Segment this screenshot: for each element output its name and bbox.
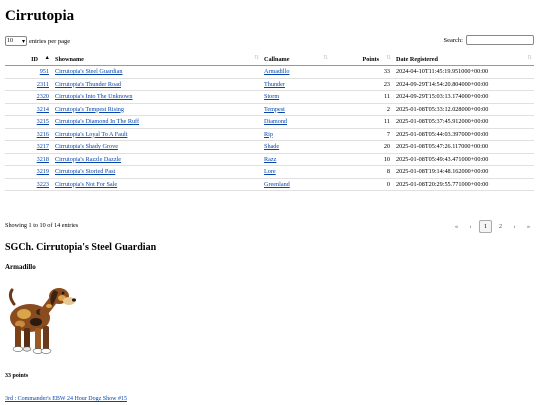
table-row: 3216 Cirrutopia's Loyal To A Fault Rip 7… (5, 128, 534, 141)
previous-page-button[interactable]: ‹ (465, 221, 476, 232)
table-row: 3218 Cirrutopia's Razzle Dazzle Razz 10 … (5, 153, 534, 166)
table-body: 951 Cirrutopia's Steel Guardian Armadill… (5, 65, 534, 191)
showname-link[interactable]: Cirrutopia's Shady Grove (55, 143, 118, 150)
showname-link[interactable]: Cirrutopia's Not For Sale (55, 181, 117, 188)
sort-icon: ⇅ (254, 55, 259, 61)
search-box: Search: (443, 35, 534, 45)
date-cell: 2025-01-08T05:44:03.397000+00:00 (393, 128, 534, 141)
id-link[interactable]: 3217 (37, 143, 49, 150)
id-link[interactable]: 3218 (37, 156, 49, 163)
page-2-button[interactable]: 2 (495, 221, 506, 232)
last-page-button[interactable]: » (523, 221, 534, 232)
callname-link[interactable]: Diamond (264, 118, 287, 125)
points-cell: 23 (330, 78, 393, 91)
dog-callname: Armadillo (5, 263, 36, 271)
id-link[interactable]: 3223 (37, 181, 49, 188)
search-label: Search: (443, 36, 464, 44)
date-cell: 2025-01-08T05:49:43.471000+00:00 (393, 153, 534, 166)
callname-link[interactable]: Shade (264, 143, 279, 150)
next-page-button[interactable]: › (509, 221, 520, 232)
showname-link[interactable]: Cirrutopia's Steel Guardian (55, 68, 122, 75)
dogs-table: ID ▲ Showname ⇅ Callname ⇅ Points ⇅ Date Reg… (5, 53, 534, 191)
date-cell: 2025-01-08T19:14:48.162000+00:00 (393, 165, 534, 179)
column-header-date[interactable]: Date Registered ⇅ (393, 53, 534, 66)
sort-asc-icon: ▲ (44, 55, 51, 61)
showname-link[interactable]: Cirrutopia's Diamond In The Ruff (55, 118, 139, 125)
column-header-id[interactable]: ID ▲ (5, 53, 52, 66)
id-link[interactable]: 951 (40, 68, 49, 75)
entries-per-page-value: 10 (7, 38, 13, 44)
table-row: 3223 Cirrutopia's Not For Sale Greenland… (5, 178, 534, 191)
dog-image (8, 288, 76, 354)
date-cell: 2025-01-08T05:37:45.912000+00:00 (393, 115, 534, 129)
table-row: 3214 Cirrutopia's Tempest Rising Tempest… (5, 103, 534, 116)
callname-link[interactable]: Tempest (264, 106, 285, 113)
page-1-button[interactable]: 1 (479, 220, 492, 233)
sort-icon: ⇅ (323, 55, 328, 61)
table-row: 3215 Cirrutopia's Diamond In The Ruff Di… (5, 115, 534, 129)
date-cell: 2024-09-29T15:03:13.174000+00:00 (393, 90, 534, 104)
date-cell: 2024-09-29T14:54:20.804000+00:00 (393, 78, 534, 91)
table-row: 3219 Cirrutopia's Storied Past Lore 8 20… (5, 165, 534, 179)
table-info: Showing 1 to 10 of 14 entries (5, 222, 79, 229)
date-cell: 2025-01-08T05:47:26.117000+00:00 (393, 140, 534, 154)
entries-per-page-select[interactable]: 10 ▾ (5, 36, 27, 46)
date-cell: 2025-01-08T05:33:12.028000+00:00 (393, 103, 534, 116)
points-cell: 2 (330, 103, 393, 116)
date-cell: 2025-01-08T20:29:55.771000+00:00 (393, 178, 534, 191)
callname-link[interactable]: Armadillo (264, 68, 289, 75)
column-header-showname[interactable]: Showname ⇅ (52, 53, 261, 66)
length-menu: 10 ▾ entries per page (5, 36, 70, 46)
id-link[interactable]: 3219 (37, 168, 49, 175)
showname-link[interactable]: Cirrutopia's Razzle Dazzle (55, 156, 121, 163)
table-row: 3217 Cirrutopia's Shady Grove Shade 20 2… (5, 140, 534, 154)
showname-link[interactable]: Cirrutopia's Tempest Rising (55, 106, 124, 113)
id-link[interactable]: 2320 (37, 93, 49, 100)
sort-icon: ⇅ (527, 55, 532, 61)
entries-per-page-label: entries per page (29, 37, 71, 45)
showname-link[interactable]: Cirrutopia's Storied Past (55, 168, 115, 175)
points-cell: 20 (330, 140, 393, 154)
dog-detail-heading: SGCh. Cirrutopia's Steel Guardian (5, 242, 157, 253)
points-cell: 11 (330, 90, 393, 104)
showname-link[interactable]: Cirrutopia's Thunder Road (55, 81, 121, 88)
table-row: 2311 Cirrutopia's Thunder Road Thunder 2… (5, 78, 534, 91)
table-row: 951 Cirrutopia's Steel Guardian Armadill… (5, 65, 534, 79)
points-cell: 10 (330, 153, 393, 166)
pagination: « ‹ 1 2 › » (451, 220, 534, 233)
id-link[interactable]: 3214 (37, 106, 49, 113)
sort-icon: ⇅ (386, 55, 391, 61)
table-row: 2320 Cirrutopia's Into The Unknown Storm… (5, 90, 534, 104)
points-cell: 33 (330, 65, 393, 79)
column-header-points[interactable]: Points ⇅ (330, 53, 393, 66)
page-title: Cirrutopia (5, 8, 75, 24)
column-header-callname[interactable]: Callname ⇅ (261, 53, 330, 66)
table-header-row: ID ▲ Showname ⇅ Callname ⇅ Points ⇅ Date Reg… (5, 53, 534, 66)
dog-points: 33 points (5, 373, 29, 379)
id-link[interactable]: 3215 (37, 118, 49, 125)
callname-link[interactable]: Greenland (264, 181, 290, 188)
search-input[interactable] (466, 35, 534, 45)
id-link[interactable]: 3216 (37, 131, 49, 138)
chevron-down-icon: ▾ (21, 38, 25, 45)
points-cell: 11 (330, 115, 393, 129)
date-cell: 2024-04-10T11:45:19.951000+00:00 (393, 65, 534, 79)
points-cell: 8 (330, 165, 393, 179)
table-controls: 10 ▾ entries per page Search: (5, 35, 534, 49)
callname-link[interactable]: Rip (264, 131, 273, 138)
showname-link[interactable]: Cirrutopia's Loyal To A Fault (55, 131, 127, 138)
award-entry: 3rd : Commander's EBW 24 Hour Dogz Show … (5, 396, 127, 402)
award-link[interactable]: 3rd : Commander's EBW 24 Hour Dogz Show … (5, 396, 127, 402)
callname-link[interactable]: Razz (264, 156, 276, 163)
callname-link[interactable]: Lore (264, 168, 276, 175)
callname-link[interactable]: Thunder (264, 81, 285, 88)
id-link[interactable]: 2311 (37, 81, 49, 88)
callname-link[interactable]: Storm (264, 93, 279, 100)
first-page-button[interactable]: « (451, 221, 462, 232)
showname-link[interactable]: Cirrutopia's Into The Unknown (55, 93, 132, 100)
points-cell: 0 (330, 178, 393, 191)
points-cell: 7 (330, 128, 393, 141)
